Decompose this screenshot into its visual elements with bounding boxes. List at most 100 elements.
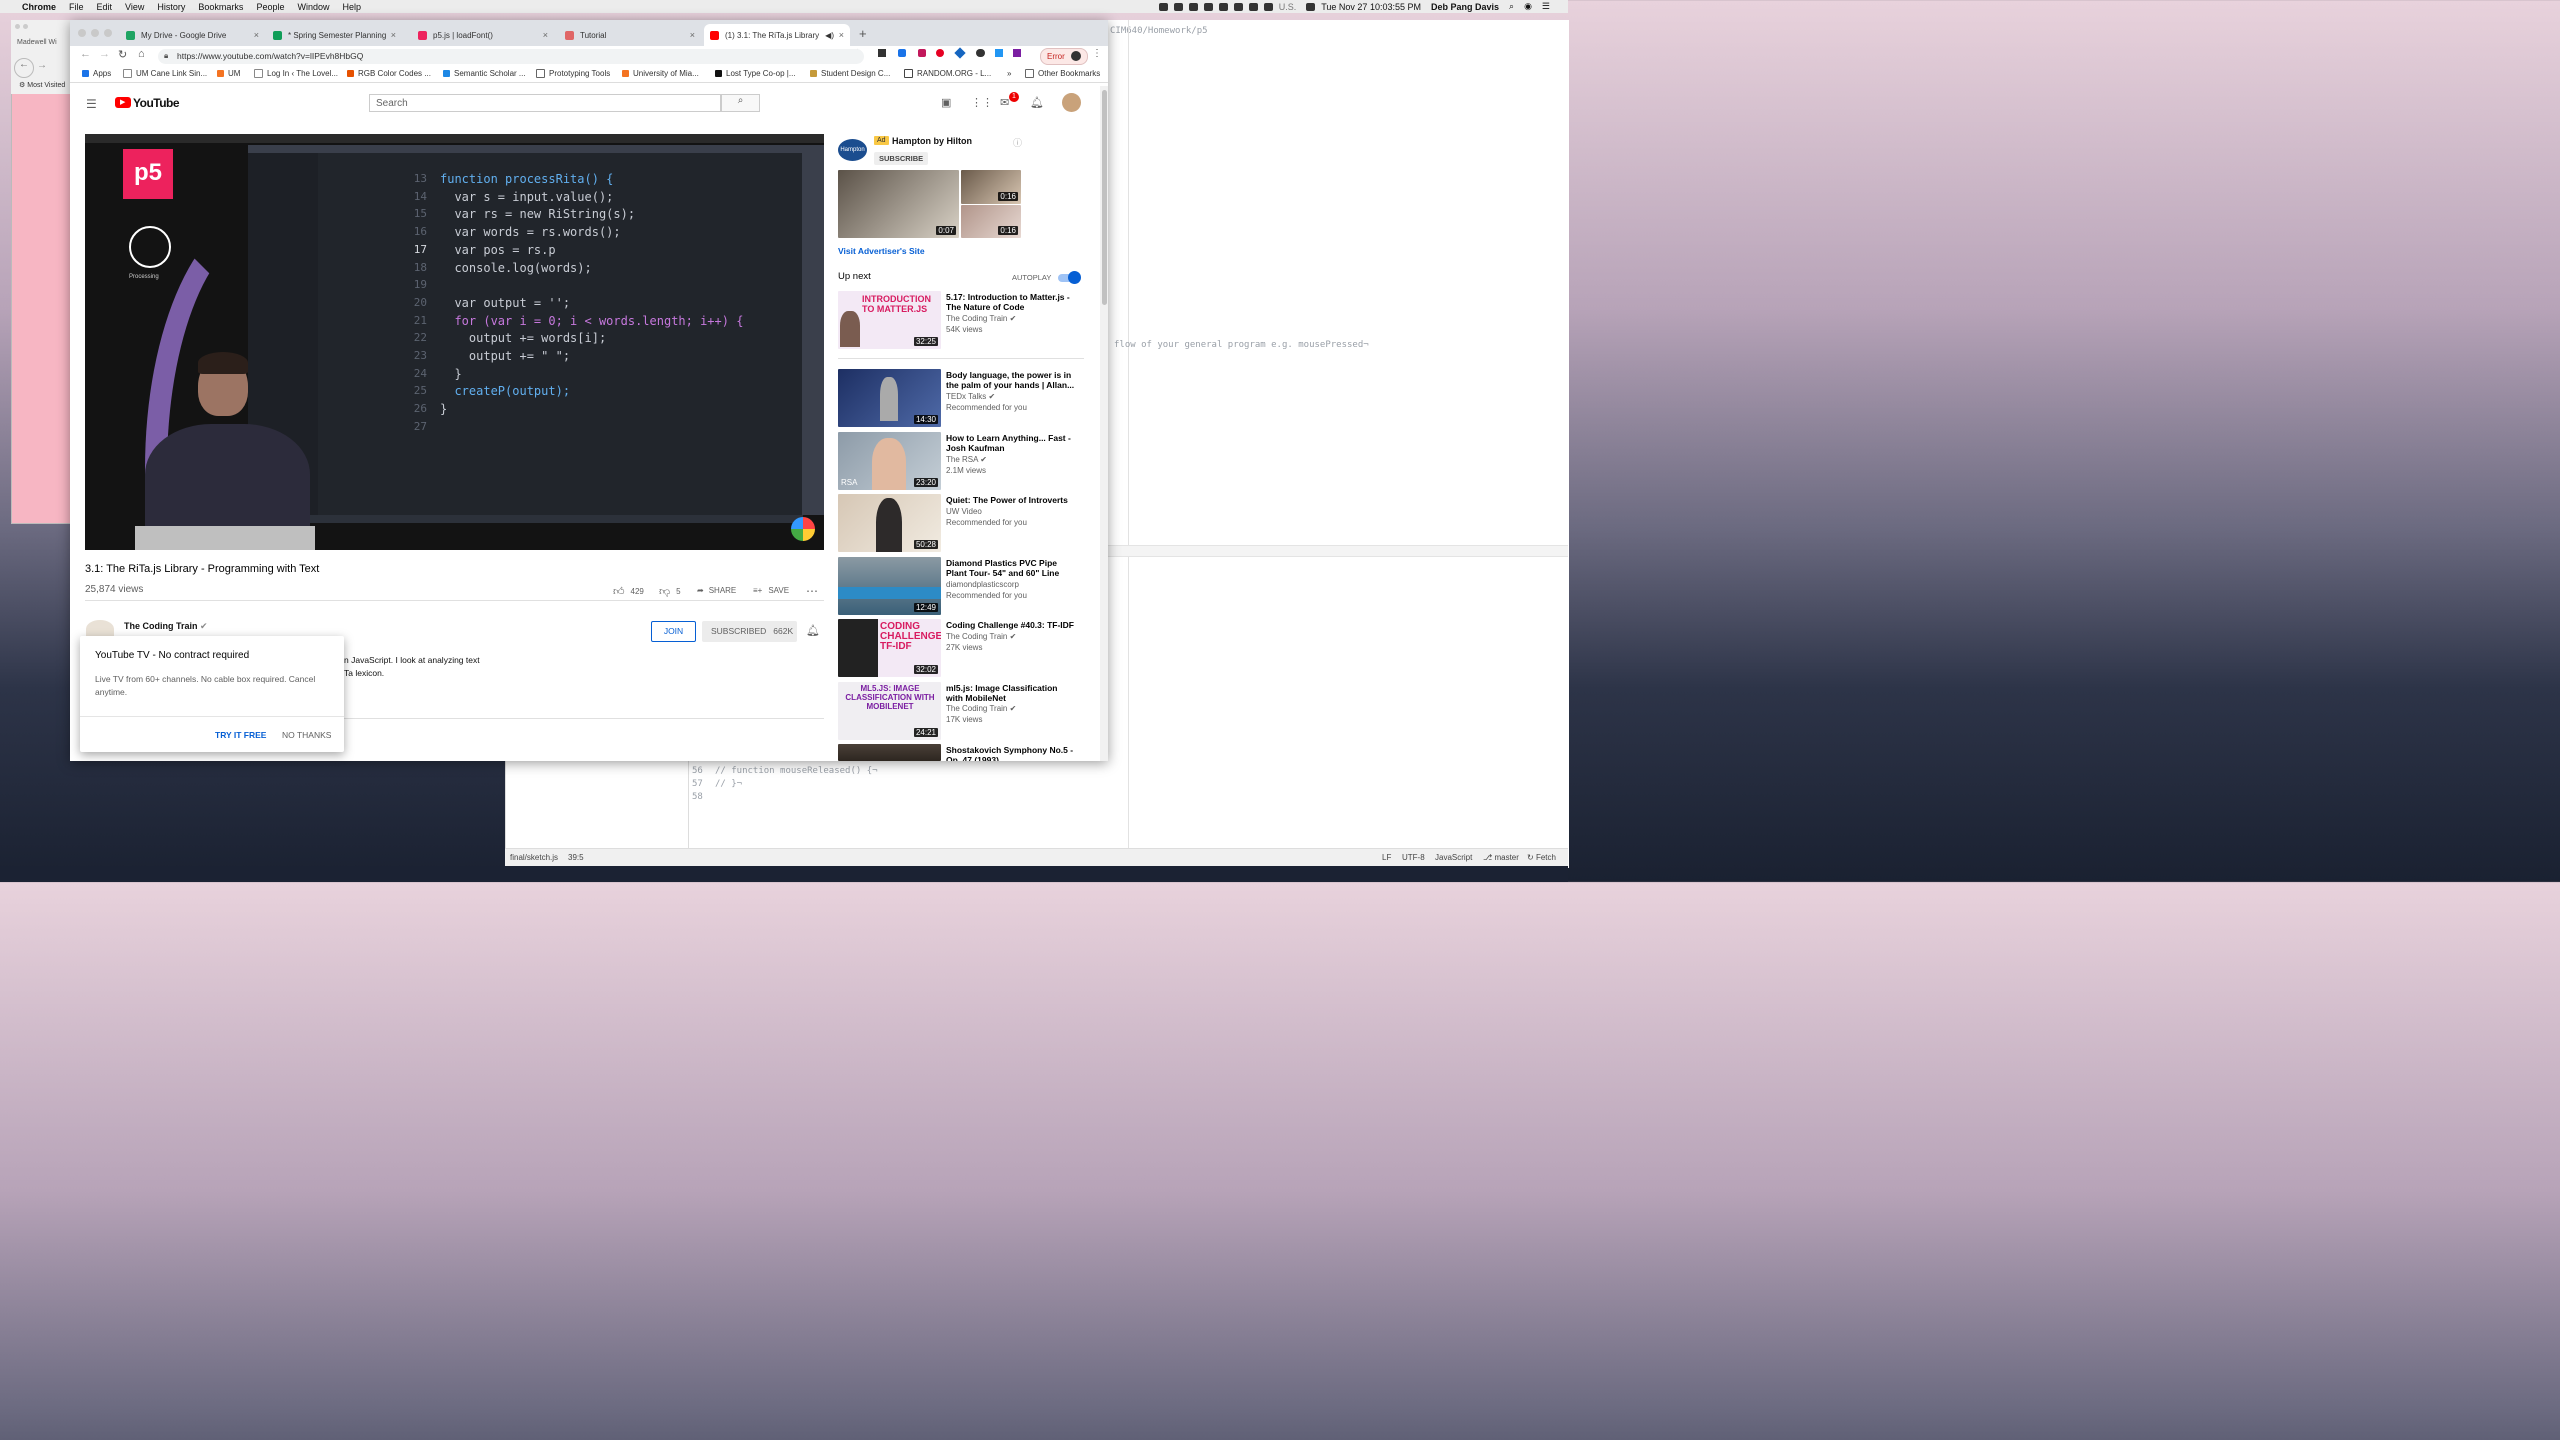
save-button[interactable]: ≡+ SAVE <box>753 586 789 595</box>
tab-google-drive[interactable]: My Drive - Google Drive × <box>120 24 265 46</box>
page-scrollbar-thumb[interactable] <box>1102 90 1107 305</box>
url-text[interactable]: https://www.youtube.com/watch?v=lIPEvh8H… <box>177 51 363 61</box>
extension-icon[interactable] <box>898 49 906 57</box>
rec-title[interactable]: Shostakovich Symphony No.5 - Op. 47 (199… <box>946 745 1076 761</box>
ad-thumbnail-main[interactable]: 0:07 <box>838 170 959 238</box>
status-position[interactable]: 39:5 <box>568 853 584 862</box>
menu-people[interactable]: People <box>256 2 284 12</box>
bookmark-apps[interactable]: Apps <box>82 69 111 78</box>
rec-thumbnail[interactable]: INTRODUCTION TO MATTER.JS 32:25 <box>838 291 941 349</box>
rec-title[interactable]: 5.17: Introduction to Matter.js - The Na… <box>946 292 1076 312</box>
siri-icon[interactable]: ◉ <box>1524 1 1532 12</box>
dislike-button[interactable]: 👎︎ 5 <box>659 585 681 598</box>
extension-icon[interactable] <box>878 49 886 57</box>
tab-sheets[interactable]: * Spring Semester Planning 20 × <box>267 24 402 46</box>
status-branch[interactable]: ⎇ master <box>1483 853 1519 862</box>
bookmark-item[interactable]: Semantic Scholar ... <box>443 69 526 78</box>
minimize-window-button[interactable] <box>91 29 99 37</box>
spotlight-icon[interactable]: ⌕ <box>1509 1 1514 12</box>
firefox-tab[interactable]: Madewell Wi <box>17 39 57 46</box>
evernote-icon[interactable] <box>1203 2 1213 11</box>
visit-advertiser-link[interactable]: Visit Advertiser's Site <box>838 246 925 256</box>
menu-bookmarks[interactable]: Bookmarks <box>198 2 243 12</box>
hampton-logo[interactable]: Hampton <box>838 139 867 161</box>
hamburger-menu-icon[interactable]: ☰ <box>86 97 97 111</box>
ad-thumbnail-2[interactable]: 0:16 <box>961 170 1021 204</box>
try-it-free-button[interactable]: TRY IT FREE <box>215 730 266 740</box>
bookmark-item[interactable]: UM <box>217 69 240 78</box>
menu-history[interactable]: History <box>157 2 185 12</box>
apps-grid-icon[interactable]: ⋮⋮ <box>971 96 993 109</box>
rec-thumbnail[interactable]: RSA 23:20 <box>838 432 941 490</box>
other-bookmarks-folder[interactable]: Other Bookmarks <box>1025 69 1100 78</box>
status-line-ending[interactable]: LF <box>1382 853 1391 862</box>
advertiser-name[interactable]: Hampton by Hilton <box>892 136 972 146</box>
rec-thumbnail[interactable]: 50:28 <box>838 494 941 552</box>
extension-icon[interactable] <box>995 49 1003 57</box>
close-tab-icon[interactable]: × <box>839 30 844 40</box>
youtube-logo-icon[interactable]: ▶ <box>115 97 131 108</box>
battery-icon[interactable] <box>1306 2 1316 11</box>
create-video-icon[interactable]: ▣ <box>941 96 951 109</box>
menu-clock[interactable]: Tue Nov 27 10:03:55 PM <box>1321 2 1421 12</box>
status-encoding[interactable]: UTF-8 <box>1402 853 1425 862</box>
notification-center-icon[interactable]: ☰ <box>1542 1 1550 12</box>
rec-channel[interactable]: TEDx Talks ✔ <box>946 392 995 401</box>
search-button[interactable]: ⌕ <box>721 94 760 112</box>
rec-title[interactable]: How to Learn Anything... Fast - Josh Kau… <box>946 433 1076 453</box>
menu-view[interactable]: View <box>125 2 144 12</box>
rec-channel[interactable]: The Coding Train ✔ <box>946 632 1016 641</box>
input-language[interactable]: U.S. <box>1279 2 1297 12</box>
like-button[interactable]: 👍︎ 429 <box>613 585 644 598</box>
status-fetch[interactable]: ↻ Fetch <box>1527 853 1556 862</box>
rec-title[interactable]: Coding Challenge #40.3: TF-IDF <box>946 620 1076 630</box>
youtube-logo-text[interactable]: YouTube <box>133 96 180 110</box>
messages-icon[interactable]: ✉ <box>1000 96 1009 109</box>
rec-thumbnail[interactable]: ML5.JS: IMAGE CLASSIFICATION WITH MOBILE… <box>838 682 941 740</box>
menu-app-name[interactable]: Chrome <box>22 2 56 12</box>
rec-title[interactable]: Diamond Plastics PVC Pipe Plant Tour- 54… <box>946 558 1076 578</box>
ad-thumbnail-3[interactable]: 0:16 <box>961 205 1021 238</box>
bookmarks-more[interactable]: » <box>1007 69 1011 78</box>
avatar[interactable] <box>1062 93 1081 112</box>
no-thanks-button[interactable]: NO THANKS <box>282 730 331 740</box>
bookmark-folder[interactable]: Prototyping Tools <box>536 69 610 78</box>
rec-thumbnail[interactable] <box>838 744 941 761</box>
bookmark-item[interactable]: University of Mia... <box>622 69 699 78</box>
bell-icon[interactable]: 🔔︎ <box>1030 96 1044 109</box>
volume-icon[interactable] <box>1248 2 1258 11</box>
extension-icon[interactable] <box>976 49 985 57</box>
extension-icon[interactable] <box>954 47 966 59</box>
bookmark-item[interactable]: UM Cane Link Sin... <box>123 69 207 78</box>
tab-p5js[interactable]: p5.js | loadFont() × <box>412 24 554 46</box>
bluetooth-icon[interactable] <box>1218 2 1228 11</box>
wifi-icon[interactable] <box>1233 2 1243 11</box>
bookmark-item[interactable]: Student Design C... <box>810 69 890 78</box>
onenote-icon[interactable] <box>1013 49 1021 57</box>
menu-file[interactable]: File <box>69 2 84 12</box>
rec-channel[interactable]: diamondplasticscorp <box>946 580 1019 589</box>
rec-channel[interactable]: The Coding Train ✔ <box>946 704 1016 713</box>
close-tab-icon[interactable]: × <box>391 30 396 40</box>
audio-playing-icon[interactable]: ◀) <box>825 31 834 40</box>
home-icon[interactable]: ⌂ <box>138 48 145 60</box>
join-button[interactable]: JOIN <box>651 621 696 642</box>
video-player[interactable]: p5 Processing 13 14 15 16 17 18 19 20 21… <box>85 134 824 550</box>
rec-channel[interactable]: The Coding Train ✔ <box>946 314 1016 323</box>
extension-icon[interactable] <box>918 49 926 57</box>
back-icon[interactable]: ← <box>80 48 91 60</box>
forward-icon[interactable]: → <box>37 60 47 71</box>
reload-icon[interactable]: ↻ <box>118 48 127 61</box>
rec-thumbnail[interactable]: CODING CHALLENGE: TF-IDF 32:02 <box>838 619 941 677</box>
tab-tutorial[interactable]: Tutorial × <box>559 24 701 46</box>
bookmark-item[interactable]: Log In ‹ The Lovel... <box>254 69 338 78</box>
more-actions-icon[interactable]: ⋯ <box>806 584 818 598</box>
rec-title[interactable]: Body language, the power is in the palm … <box>946 370 1076 390</box>
most-visited-bookmark[interactable]: ⚙ Most Visited <box>19 81 65 89</box>
rec-title[interactable]: Quiet: The Power of Introverts <box>946 495 1076 505</box>
bookmark-item[interactable]: RANDOM.ORG - L... <box>904 69 991 78</box>
share-button[interactable]: ➦ SHARE <box>697 586 736 595</box>
channel-name[interactable]: The Coding Train ✔ <box>124 621 208 632</box>
onepassword-icon[interactable] <box>1188 2 1198 11</box>
rec-thumbnail[interactable]: 14:30 <box>838 369 941 427</box>
